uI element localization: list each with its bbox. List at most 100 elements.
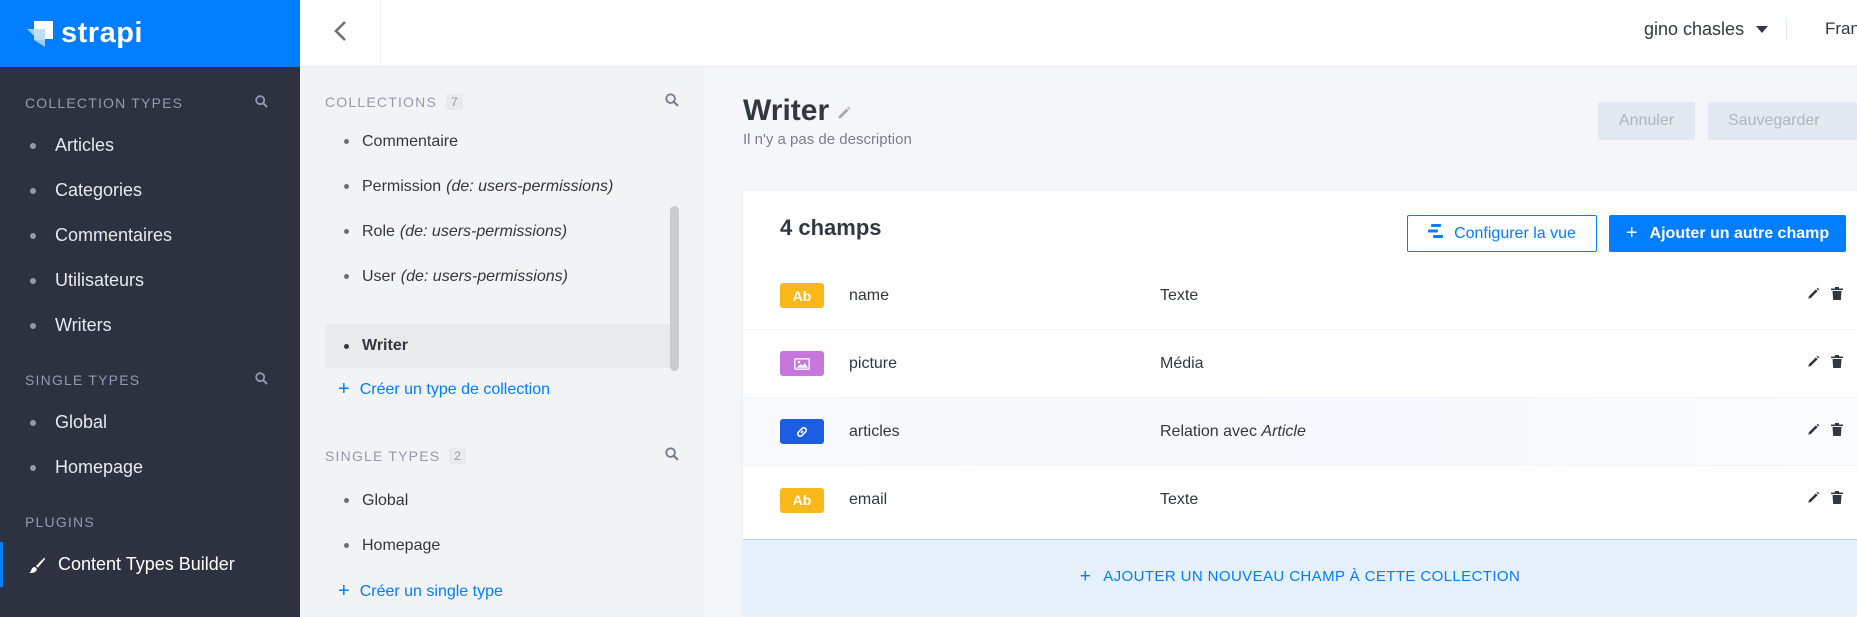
nav-item-content-types-builder[interactable]: Content Types Builder <box>0 542 300 587</box>
plus-icon: + <box>338 378 350 400</box>
field-type: Média <box>1160 354 1204 372</box>
nav-item-categories[interactable]: Categories <box>25 168 300 213</box>
plus-icon: + <box>338 580 350 602</box>
nav-item-global[interactable]: Global <box>25 400 300 445</box>
collection-item-commentaire[interactable]: Commentaire <box>325 120 670 163</box>
collection-types-heading: COLLECTION TYPES <box>25 93 300 113</box>
bullet <box>344 184 349 189</box>
bullet <box>30 419 36 426</box>
edit-pencil-icon[interactable] <box>1807 287 1820 305</box>
scrollbar[interactable] <box>670 206 679 371</box>
nav-item-utilisateurs[interactable]: Utilisateurs <box>25 258 300 303</box>
plus-icon: + <box>1625 222 1638 244</box>
language-selector[interactable]: Français <box>1825 0 1857 58</box>
user-menu[interactable]: gino chasles <box>1644 0 1769 58</box>
nav-item-commentaires[interactable]: Commentaires <box>25 213 300 258</box>
collection-types-section: COLLECTION TYPES Articles Categories Com… <box>0 93 300 348</box>
single-type-item-global[interactable]: Global <box>325 479 670 522</box>
fields-count-title: 4 champs <box>780 215 882 240</box>
trash-icon[interactable] <box>1831 491 1843 509</box>
collection-item-writer[interactable]: Writer <box>325 324 670 368</box>
field-name: name <box>849 286 890 304</box>
single-types-count-badge: 2 <box>449 448 466 464</box>
main-content: Writer Il n'y a pas de description Annul… <box>705 67 1857 617</box>
search-icon[interactable] <box>255 372 268 388</box>
title-row: Writer <box>743 94 851 128</box>
add-field-button[interactable]: + Ajouter un autre champ <box>1609 215 1846 252</box>
field-name: email <box>849 491 888 508</box>
bullet <box>344 498 349 503</box>
bullet <box>30 277 36 284</box>
content-type-menu: COLLECTIONS 7 Commentaire Permission (de:… <box>300 67 705 617</box>
caret-down-icon <box>1756 25 1769 33</box>
field-row-picture[interactable]: picture Média <box>743 330 1857 398</box>
bullet <box>344 274 349 279</box>
field-type: Texte <box>1160 491 1199 508</box>
back-button[interactable] <box>300 0 381 67</box>
bullet <box>30 187 36 194</box>
field-row-name[interactable]: Ab name Texte <box>743 262 1857 330</box>
edit-pencil-icon[interactable] <box>1807 423 1820 441</box>
save-button[interactable]: Sauvegarder <box>1708 102 1857 140</box>
bullet <box>30 464 36 471</box>
plus-icon: + <box>1079 565 1092 587</box>
bullet <box>30 232 36 239</box>
text-type-icon: Ab <box>780 487 824 513</box>
add-new-field-button[interactable]: + AJOUTER UN NOUVEAU CHAMP À CETTE COLLE… <box>743 539 1857 613</box>
field-type: Relation avec Article <box>1160 422 1306 440</box>
create-collection-type-link[interactable]: + Créer un type de collection <box>325 378 550 401</box>
collection-item-permission[interactable]: Permission (de: users-permissions) <box>325 165 670 208</box>
nav-item-articles[interactable]: Articles <box>25 123 300 168</box>
strapi-logo-icon <box>25 19 55 49</box>
single-types-heading: SINGLE TYPES 2 <box>325 448 466 464</box>
bullet <box>344 543 349 548</box>
search-icon[interactable] <box>665 447 679 466</box>
cancel-button[interactable]: Annuler <box>1598 102 1695 140</box>
edit-pencil-icon[interactable] <box>1807 491 1820 509</box>
page-title: Writer <box>743 94 830 127</box>
link-type-icon <box>780 419 824 444</box>
trash-icon[interactable] <box>1831 422 1843 441</box>
bullet <box>344 229 349 234</box>
fields-card: 4 champs Configurer la vue + Ajouter un … <box>743 191 1857 613</box>
media-type-icon <box>780 351 824 376</box>
field-row-articles[interactable]: articles Relation avec Article <box>743 398 1857 466</box>
create-single-type-link[interactable]: + Créer un single type <box>325 580 503 603</box>
bullet <box>344 139 349 144</box>
field-row-email[interactable]: Ab email Texte <box>743 466 1857 534</box>
bullet <box>344 343 349 349</box>
single-types-heading: SINGLE TYPES <box>25 370 300 390</box>
brand-name: strapi <box>61 17 143 49</box>
collections-heading: COLLECTIONS 7 <box>325 94 463 110</box>
chevron-left-icon <box>333 20 347 47</box>
pencil-icon[interactable] <box>837 106 851 125</box>
top-header: gino chasles Français <box>300 0 1857 67</box>
single-type-item-homepage[interactable]: Homepage <box>325 524 670 567</box>
plugins-heading: PLUGINS <box>25 514 95 530</box>
divider <box>1786 18 1787 40</box>
field-type: Texte <box>1160 286 1199 304</box>
collections-count-badge: 7 <box>446 94 463 110</box>
edit-pencil-icon[interactable] <box>1807 355 1820 373</box>
single-types-section: SINGLE TYPES Global Homepage <box>0 370 300 490</box>
brand-header[interactable]: strapi <box>0 0 300 67</box>
search-icon[interactable] <box>255 95 268 111</box>
page-description: Il n'y a pas de description <box>743 131 912 148</box>
trash-icon[interactable] <box>1831 286 1843 305</box>
configure-view-button[interactable]: Configurer la vue <box>1407 215 1597 252</box>
left-navigation: strapi COLLECTION TYPES Articles Categor… <box>0 0 300 617</box>
text-type-icon: Ab <box>780 283 824 308</box>
field-name: picture <box>849 354 898 372</box>
nav-item-writers[interactable]: Writers <box>25 303 300 348</box>
paint-brush-icon <box>28 556 46 574</box>
search-icon[interactable] <box>665 93 679 112</box>
bullet <box>30 322 36 329</box>
list-icon <box>1428 224 1454 243</box>
field-name: articles <box>849 422 900 440</box>
collection-item-role[interactable]: Role (de: users-permissions) <box>325 210 670 253</box>
bullet <box>30 142 36 149</box>
collection-item-user[interactable]: User (de: users-permissions) <box>325 255 670 298</box>
nav-item-homepage[interactable]: Homepage <box>25 445 300 490</box>
plugins-section: PLUGINS Content Types Builder <box>0 512 300 587</box>
trash-icon[interactable] <box>1831 354 1843 373</box>
